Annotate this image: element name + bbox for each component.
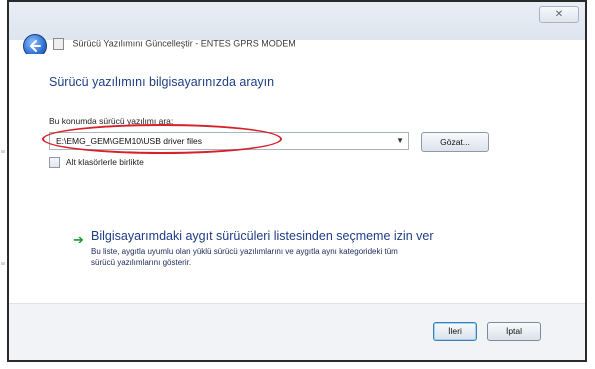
next-button-label: İleri	[448, 326, 462, 336]
page-heading: Sürücü yazılımını bilgisayarınızda arayı…	[49, 75, 275, 89]
description-line-2: sürücü yazılımlarını gösterir.	[91, 258, 192, 267]
edge-mark	[1, 150, 5, 153]
content-area: Sürücü yazılımını bilgisayarınızda arayı…	[9, 54, 585, 304]
left-edge-sliver	[0, 0, 7, 369]
cancel-button-label: İptal	[505, 326, 523, 336]
browse-button[interactable]: Gözat...	[421, 132, 489, 152]
edge-mark	[1, 262, 5, 265]
red-highlight-ellipse	[42, 124, 282, 154]
cancel-button[interactable]: İptal	[487, 322, 541, 341]
back-arrow-icon	[30, 40, 41, 52]
pick-from-list-option[interactable]: ➔ Bilgisayarımdaki aygıt sürücüleri list…	[73, 229, 531, 268]
pick-from-list-description: Bu liste, aygıtla uyumlu olan yüklü sürü…	[91, 246, 531, 268]
description-line-1: Bu liste, aygıtla uyumlu olan yüklü sürü…	[91, 247, 398, 256]
title-bar: ✕	[9, 2, 585, 40]
include-subfolders-row[interactable]: Alt klasörlerle birlikte	[49, 157, 144, 169]
close-button[interactable]: ✕	[539, 6, 579, 23]
update-driver-dialog: ✕ Sürücü Yazılımını Güncelleştir - ENTES…	[7, 0, 587, 362]
dialog-title: Sürücü Yazılımını Güncelleştir - ENTES G…	[53, 38, 296, 52]
dialog-title-text: Sürücü Yazılımını Güncelleştir - ENTES G…	[72, 38, 296, 49]
device-icon	[53, 38, 64, 50]
pick-from-list-title[interactable]: Bilgisayarımdaki aygıt sürücüleri listes…	[91, 229, 531, 243]
include-subfolders-checkbox[interactable]	[49, 157, 60, 169]
next-button[interactable]: İleri	[433, 322, 477, 341]
include-subfolders-label[interactable]: Alt klasörlerle birlikte	[66, 157, 144, 167]
chevron-down-icon[interactable]: ▼	[396, 133, 404, 149]
green-arrow-icon: ➔	[73, 232, 84, 247]
button-bar: İleri İptal	[9, 303, 585, 360]
close-icon: ✕	[554, 9, 564, 20]
